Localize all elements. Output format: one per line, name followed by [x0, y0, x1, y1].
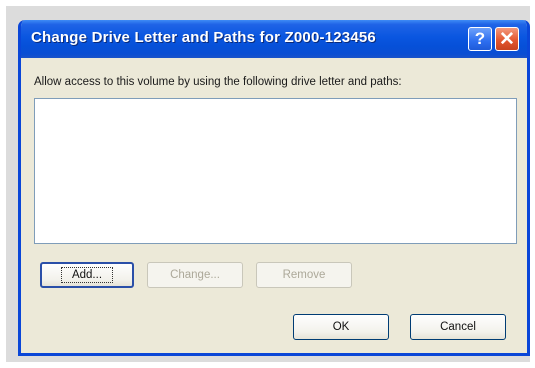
ok-button[interactable]: OK: [293, 314, 389, 340]
window-title: Change Drive Letter and Paths for Z000-1…: [31, 29, 376, 46]
close-button[interactable]: ✕: [495, 27, 519, 51]
prompt-label: Allow access to this volume by using the…: [34, 76, 402, 88]
close-icon: ✕: [499, 28, 515, 50]
help-button[interactable]: ?: [468, 27, 492, 51]
add-button[interactable]: Add...: [40, 262, 134, 288]
remove-button-label: Remove: [282, 269, 326, 281]
add-button-label: Add...: [60, 267, 114, 283]
change-button-label: Change...: [170, 269, 220, 281]
help-icon: ?: [474, 29, 486, 48]
ok-button-label: OK: [332, 321, 350, 333]
change-button[interactable]: Change...: [147, 262, 243, 288]
dialog-window: Change Drive Letter and Paths for Z000-1…: [18, 20, 530, 356]
remove-button[interactable]: Remove: [256, 262, 352, 288]
paths-listbox[interactable]: [34, 98, 517, 244]
cancel-button-label: Cancel: [440, 321, 476, 333]
cancel-button[interactable]: Cancel: [410, 314, 506, 340]
title-bar[interactable]: Change Drive Letter and Paths for Z000-1…: [21, 20, 527, 58]
